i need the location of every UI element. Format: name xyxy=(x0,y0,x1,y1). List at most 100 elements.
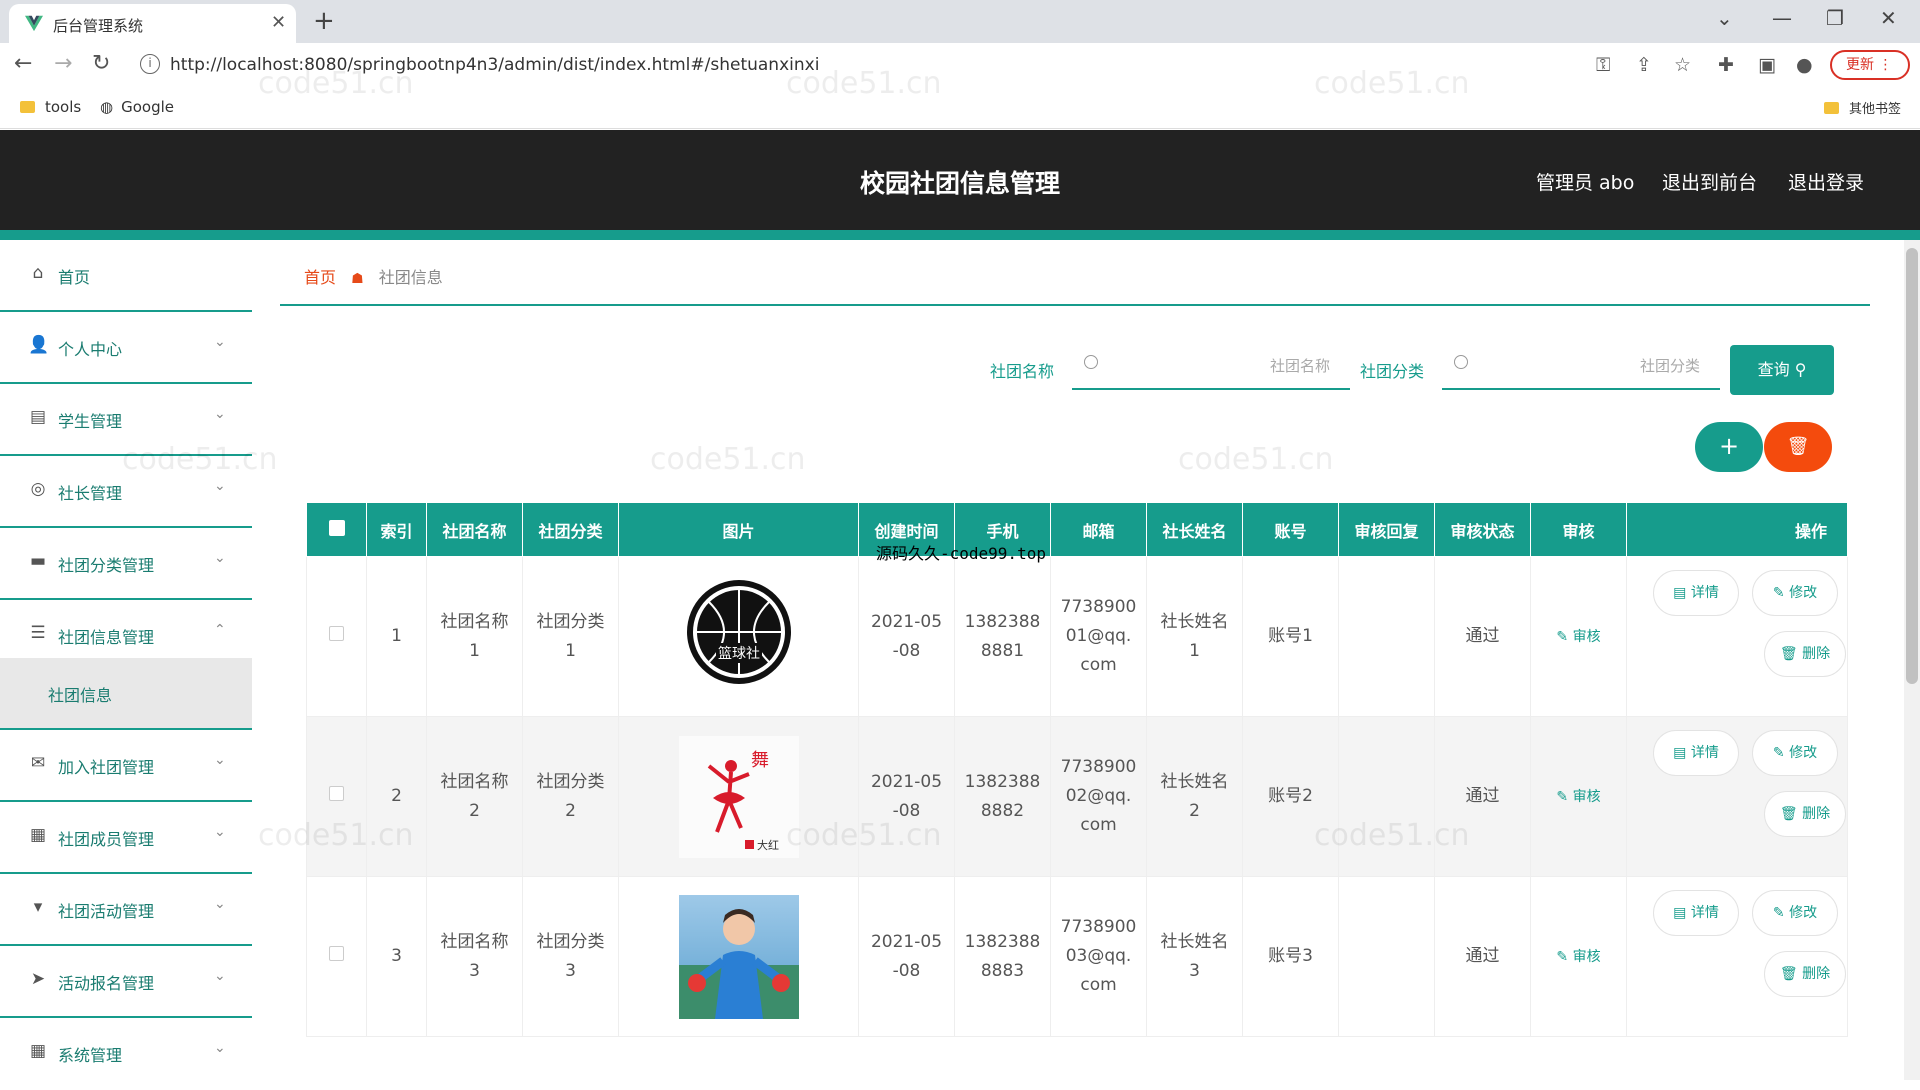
profile-icon[interactable]: ● xyxy=(1796,54,1813,76)
scrollbar-thumb[interactable] xyxy=(1906,248,1918,684)
cell-status: 通过 xyxy=(1434,556,1531,717)
sidebar-item-home[interactable]: ⌂ 首页 xyxy=(0,240,252,312)
checkbox-icon xyxy=(329,626,344,641)
bookmarks-bar: tools ◍ Google 其他书签 xyxy=(0,87,1920,129)
bookmark-tools[interactable]: tools xyxy=(20,98,81,116)
cell-phone: 1382388 8882 xyxy=(954,716,1051,877)
extensions-icon[interactable]: ✚ xyxy=(1718,54,1734,76)
edit-button[interactable]: ✎ 修改 xyxy=(1752,889,1838,936)
add-button[interactable]: + xyxy=(1695,422,1763,472)
clipboard-icon: ▤ xyxy=(29,407,47,427)
svg-text:篮球社: 篮球社 xyxy=(718,646,760,662)
chevron-down-icon: ⌄ xyxy=(214,968,226,984)
row-select[interactable] xyxy=(306,556,367,717)
edit-button[interactable]: ✎ 修改 xyxy=(1752,569,1838,616)
minimize-icon[interactable]: — xyxy=(1772,6,1792,30)
query-button[interactable]: 查询 ⚲ xyxy=(1730,345,1834,395)
sidebar-item-join-club[interactable]: ✉ 加入社团管理 ⌄ xyxy=(0,730,252,802)
search-icon: ⚲ xyxy=(1794,360,1807,379)
cell-leader: 社长姓名 2 xyxy=(1146,716,1243,877)
table-row: 1 社团名称 1 社团分类 1 篮球社 2021-05 -08 1382388 … xyxy=(306,556,1848,717)
home-icon: ⌂ xyxy=(32,263,44,283)
cell-email: 7738900 03@qq. com xyxy=(1050,876,1147,1037)
update-button[interactable]: 更新 ⋮ xyxy=(1830,50,1910,80)
back-icon[interactable]: ← xyxy=(14,51,32,76)
document-icon: ▦ xyxy=(29,825,47,845)
cell-leader: 社长姓名 1 xyxy=(1146,556,1243,717)
search-name-input[interactable] xyxy=(1112,352,1332,380)
forward-icon[interactable]: → xyxy=(54,51,72,76)
share-icon[interactable]: ⇪ xyxy=(1636,54,1652,76)
app-header: 校园社团信息管理 管理员 abo 退出到前台 退出登录 xyxy=(0,130,1920,230)
batch-delete-button[interactable]: 🗑 xyxy=(1764,422,1832,472)
sidebar-item-members[interactable]: ▦ 社团成员管理 ⌄ xyxy=(0,802,252,874)
tab-close-icon[interactable]: ✕ xyxy=(271,12,286,33)
overlay-watermark-text: 源码久久-code99.top xyxy=(876,544,1046,563)
globe-icon: ◍ xyxy=(100,98,114,116)
delete-button[interactable]: 🗑 删除 xyxy=(1764,950,1846,997)
edit-button[interactable]: ✎ 修改 xyxy=(1752,729,1838,776)
cell-reply xyxy=(1338,716,1435,877)
address-bar[interactable]: i http://localhost:8080/springbootnp4n3/… xyxy=(134,49,1564,81)
sidebar-item-profile[interactable]: 👤 个人中心 ⌄ xyxy=(0,312,252,384)
bookmark-google[interactable]: ◍ Google xyxy=(100,98,174,116)
chevron-down-icon: ⌄ xyxy=(214,406,226,422)
row-select[interactable] xyxy=(306,876,367,1037)
column-header: 审核回复 xyxy=(1338,502,1435,557)
detail-button[interactable]: ▤ 详情 xyxy=(1653,569,1739,616)
new-tab-icon[interactable]: + xyxy=(313,6,335,36)
side-panel-icon[interactable]: ▣ xyxy=(1758,54,1776,76)
exit-to-front-link[interactable]: 退出到前台 xyxy=(1662,168,1757,195)
logout-link[interactable]: 退出登录 xyxy=(1788,168,1864,195)
tab-search-icon[interactable]: ⌄ xyxy=(1716,6,1733,30)
basketball-club-image: 篮球社 xyxy=(686,579,791,684)
sidebar-item-signups[interactable]: ➤ 活动报名管理 ⌄ xyxy=(0,946,252,1018)
sidebar-item-leaders[interactable]: ◎ 社长管理 ⌄ xyxy=(0,456,252,528)
search-type-input[interactable] xyxy=(1482,352,1702,380)
document-icon: ▤ xyxy=(1673,584,1687,601)
breadcrumb-home[interactable]: 首页 xyxy=(304,268,336,287)
bookmark-star-icon[interactable]: ☆ xyxy=(1674,54,1691,76)
chevron-down-icon: ⌄ xyxy=(214,1040,226,1056)
chevron-down-icon: ⌄ xyxy=(214,896,226,912)
sidebar-item-label: 社团信息管理 xyxy=(58,628,155,647)
delete-button[interactable]: 🗑 删除 xyxy=(1764,630,1846,677)
cell-status: 通过 xyxy=(1434,716,1531,877)
page-scrollbar[interactable] xyxy=(1904,240,1920,1080)
header-select-all[interactable] xyxy=(306,502,367,557)
sidebar-subitem-club-info[interactable]: 社团信息 xyxy=(0,658,252,730)
checkbox-icon xyxy=(329,786,344,801)
detail-button[interactable]: ▤ 详情 xyxy=(1653,729,1739,776)
cell-date: 2021-05 -08 xyxy=(858,556,955,717)
window-close-icon[interactable]: ✕ xyxy=(1880,6,1897,30)
reload-icon[interactable]: ↻ xyxy=(92,51,110,76)
chevron-down-icon: ⌄ xyxy=(214,550,226,566)
other-bookmarks[interactable]: 其他书签 xyxy=(1824,98,1901,117)
column-header: 索引 xyxy=(366,502,427,557)
sidebar-subitem-label: 社团信息 xyxy=(48,686,113,705)
tab-title: 后台管理系统 xyxy=(53,17,144,35)
detail-button[interactable]: ▤ 详情 xyxy=(1653,889,1739,936)
sidebar-item-club-types[interactable]: ▬ 社团分类管理 ⌄ xyxy=(0,528,252,600)
row-select[interactable] xyxy=(306,716,367,877)
audit-link[interactable]: ✎ 审核 xyxy=(1556,629,1600,645)
sidebar-item-system[interactable]: ▦ 系统管理 ⌄ xyxy=(0,1018,252,1090)
browser-tab[interactable]: 后台管理系统 ✕ xyxy=(9,4,296,43)
sidebar-item-students[interactable]: ▤ 学生管理 ⌄ xyxy=(0,384,252,456)
site-info-icon[interactable]: i xyxy=(140,54,160,74)
restore-icon[interactable]: ❐ xyxy=(1826,6,1844,30)
column-header: 社团名称 xyxy=(426,502,523,557)
table-header-row: 索引 社团名称 社团分类 图片 创建时间 手机 邮箱 社长姓名 账号 审核回复 … xyxy=(306,502,1848,557)
sidebar-item-activities[interactable]: ▾ 社团活动管理 ⌄ xyxy=(0,874,252,946)
breadcrumb-divider xyxy=(280,304,1870,306)
audit-link[interactable]: ✎ 审核 xyxy=(1556,949,1600,965)
breadcrumb-current: 社团信息 xyxy=(378,268,443,287)
cell-audit: ✎ 审核 xyxy=(1530,556,1627,717)
pencil-icon: ✎ xyxy=(1772,904,1785,921)
sidebar-item-label: 社团成员管理 xyxy=(58,830,155,849)
search-icon xyxy=(1454,355,1468,369)
checkbox-icon xyxy=(328,519,345,536)
audit-link[interactable]: ✎ 审核 xyxy=(1556,789,1600,805)
delete-button[interactable]: 🗑 删除 xyxy=(1764,790,1846,837)
key-icon[interactable]: ⚿ xyxy=(1596,54,1610,76)
